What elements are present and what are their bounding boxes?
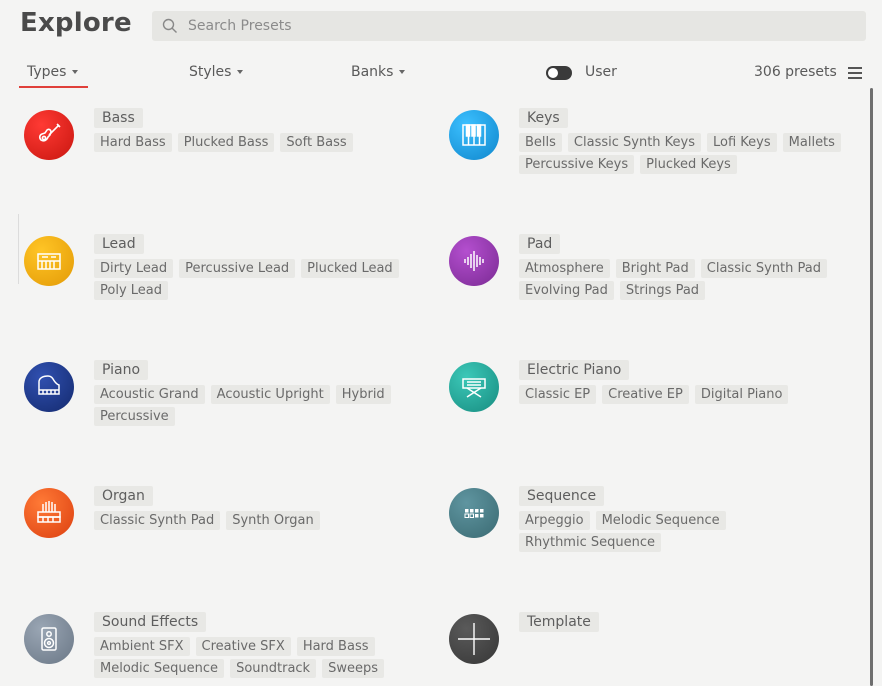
chevron-down-icon: [237, 70, 244, 74]
tag[interactable]: Atmosphere: [519, 259, 610, 278]
toggle-knob: [548, 68, 558, 78]
tag[interactable]: Rhythmic Sequence: [519, 533, 661, 552]
category-name[interactable]: Electric Piano: [519, 360, 630, 380]
tag[interactable]: Soundtrack: [230, 659, 317, 678]
tag[interactable]: Hard Bass: [94, 133, 172, 152]
search-icon: [162, 18, 178, 34]
tag[interactable]: Creative SFX: [195, 637, 291, 656]
category-name[interactable]: Bass: [94, 108, 143, 128]
types-label: Types: [27, 64, 67, 80]
tag[interactable]: Classic EP: [519, 385, 597, 404]
styles-dropdown[interactable]: Styles: [189, 64, 244, 80]
tag[interactable]: Creative EP: [602, 385, 689, 404]
tag[interactable]: Plucked Lead: [301, 259, 399, 278]
tag[interactable]: Plucked Keys: [640, 155, 737, 174]
tag[interactable]: Classic Synth Pad: [94, 511, 221, 530]
category-name[interactable]: Pad: [519, 234, 561, 254]
organ-icon: [24, 488, 74, 538]
plus-icon: [449, 614, 499, 664]
user-label: User: [585, 64, 617, 80]
tag[interactable]: Bells: [519, 133, 562, 152]
filter-bar: Types Styles Banks User 306 presets: [0, 58, 882, 90]
tag[interactable]: Bright Pad: [615, 259, 695, 278]
search-bar[interactable]: [152, 11, 866, 41]
keyboard-icon: [449, 110, 499, 160]
category-name[interactable]: Sequence: [519, 486, 605, 506]
tag[interactable]: Dirty Lead: [94, 259, 174, 278]
tag[interactable]: Mallets: [782, 133, 841, 152]
scrollbar[interactable]: [870, 88, 873, 686]
header: Explore: [0, 0, 882, 52]
types-dropdown[interactable]: Types: [18, 64, 89, 88]
styles-label: Styles: [189, 64, 232, 80]
tag[interactable]: Melodic Sequence: [94, 659, 225, 678]
grand-piano-icon: [24, 362, 74, 412]
tag[interactable]: Percussive: [94, 407, 175, 426]
tag[interactable]: Evolving Pad: [519, 281, 614, 300]
electric-piano-icon: [449, 362, 499, 412]
banks-label: Banks: [351, 64, 394, 80]
category-name[interactable]: Template: [519, 612, 599, 632]
preset-count: 306 presets: [754, 64, 837, 80]
list-menu-icon[interactable]: [848, 67, 862, 79]
category-name[interactable]: Organ: [94, 486, 153, 506]
tag[interactable]: Percussive Lead: [179, 259, 296, 278]
tag[interactable]: Plucked Bass: [177, 133, 275, 152]
tag[interactable]: Synth Organ: [226, 511, 320, 530]
guitar-icon: [24, 110, 74, 160]
tag[interactable]: Acoustic Grand: [94, 385, 205, 404]
tag[interactable]: Strings Pad: [619, 281, 706, 300]
tag[interactable]: Soft Bass: [280, 133, 353, 152]
tag[interactable]: Hybrid: [335, 385, 391, 404]
category-name[interactable]: Keys: [519, 108, 568, 128]
tag[interactable]: Lofi Keys: [707, 133, 777, 152]
tag[interactable]: Digital Piano: [694, 385, 789, 404]
speaker-icon: [24, 614, 74, 664]
chevron-down-icon: [72, 70, 79, 74]
tag[interactable]: Melodic Sequence: [595, 511, 726, 530]
page-title: Explore: [20, 8, 132, 38]
search-input[interactable]: [188, 18, 828, 34]
tag[interactable]: Classic Synth Keys: [567, 133, 702, 152]
tag[interactable]: Sweeps: [322, 659, 384, 678]
tag[interactable]: Arpeggio: [519, 511, 590, 530]
tag[interactable]: Classic Synth Pad: [700, 259, 828, 278]
tag[interactable]: Poly Lead: [94, 281, 168, 300]
tag[interactable]: Percussive Keys: [519, 155, 635, 174]
divider: [18, 214, 19, 284]
chevron-down-icon: [399, 70, 406, 74]
sequencer-icon: [449, 488, 499, 538]
tag[interactable]: Ambient SFX: [94, 637, 190, 656]
user-toggle[interactable]: [546, 66, 572, 80]
tag[interactable]: Hard Bass: [296, 637, 375, 656]
category-name[interactable]: Lead: [94, 234, 144, 254]
category-name[interactable]: Sound Effects: [94, 612, 207, 632]
synth-icon: [24, 236, 74, 286]
banks-dropdown[interactable]: Banks: [351, 64, 406, 80]
tag[interactable]: Acoustic Upright: [210, 385, 330, 404]
category-name[interactable]: Piano: [94, 360, 149, 380]
waveform-icon: [449, 236, 499, 286]
